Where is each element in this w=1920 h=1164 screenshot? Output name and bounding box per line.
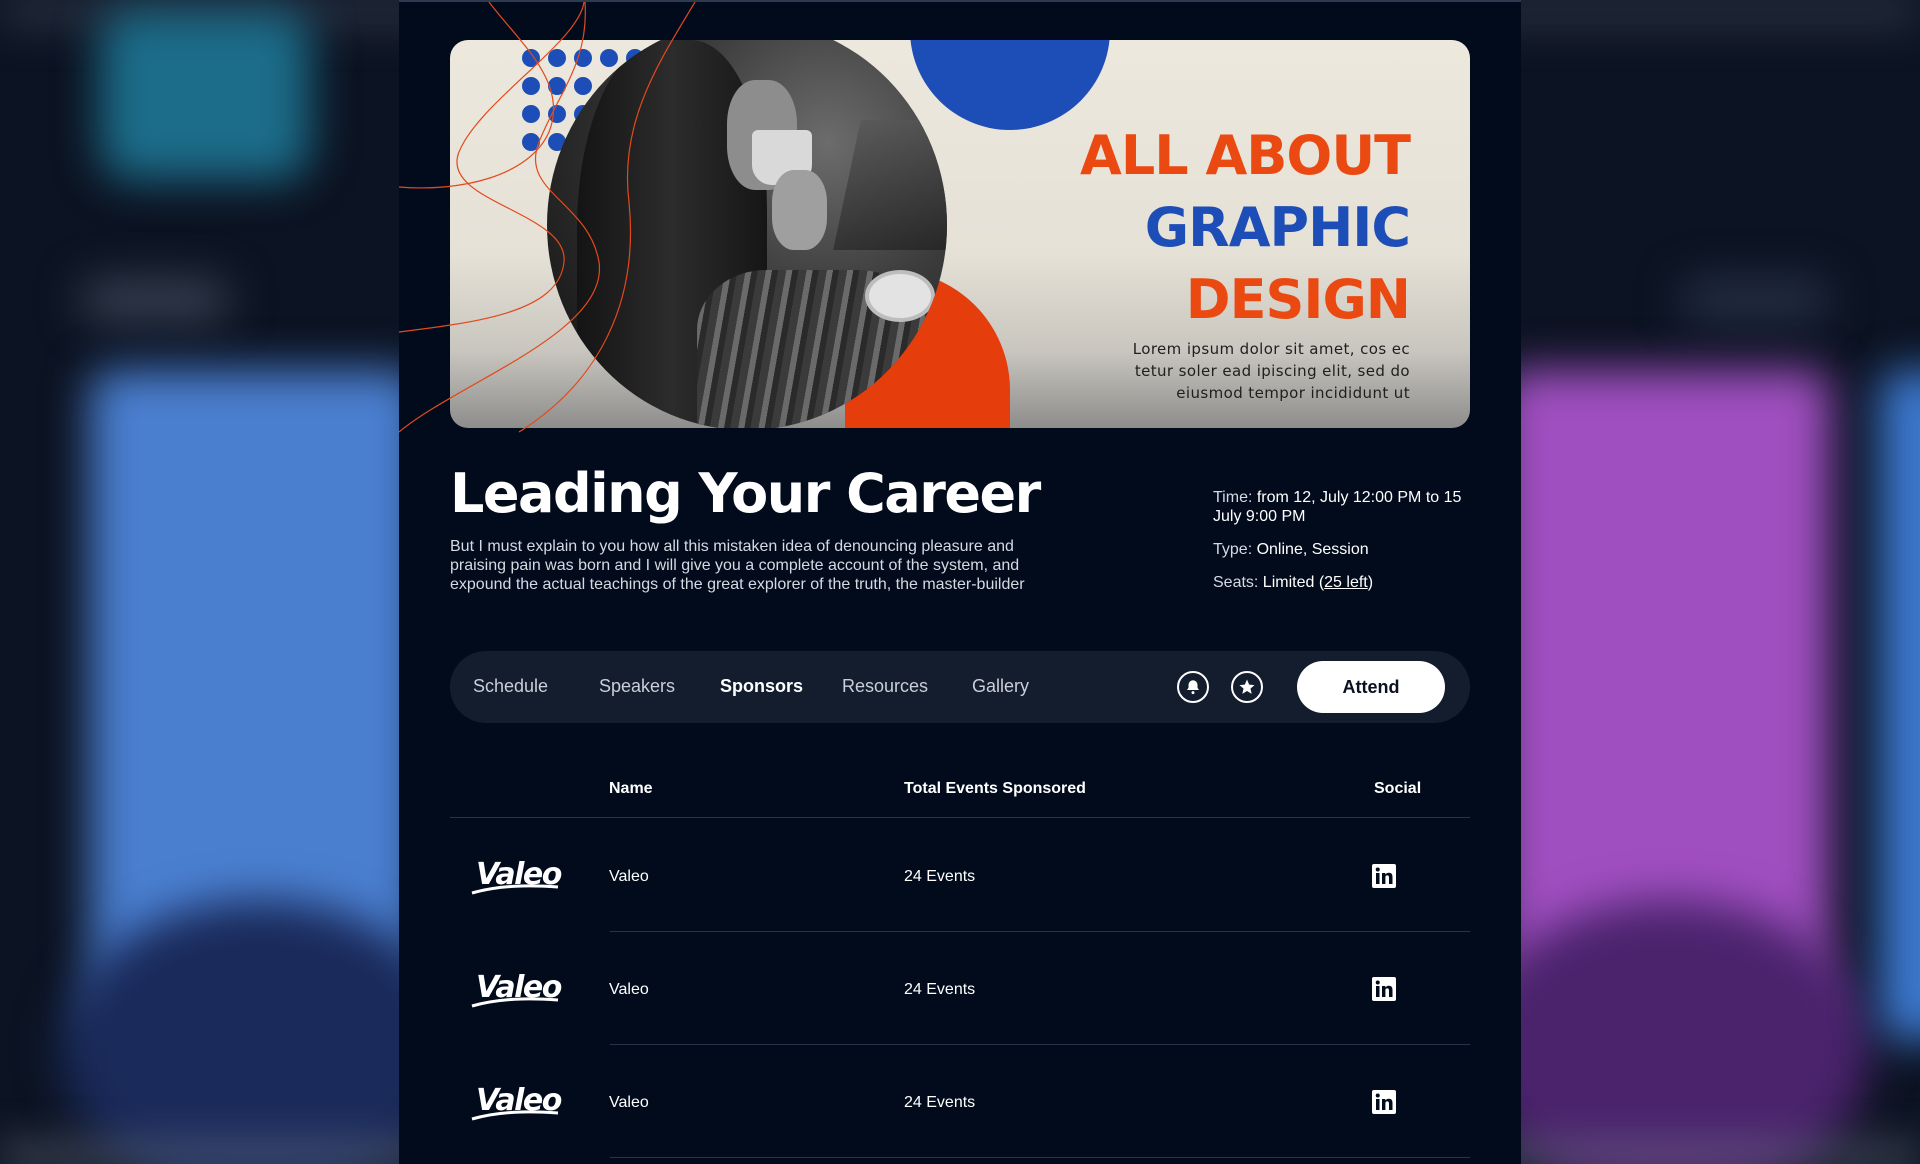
photo-plate — [865, 270, 935, 322]
star-icon-glyph — [1239, 679, 1255, 694]
attend-button[interactable]: Attend — [1297, 661, 1445, 713]
info-seats: Seats: Limited (25 left) — [1213, 573, 1463, 592]
sponsor-name: Valeo — [609, 868, 649, 885]
tab-sponsors[interactable]: Sponsors — [720, 676, 803, 697]
seats-left-link[interactable]: 25 left — [1324, 574, 1368, 591]
column-header-name[interactable]: Name — [609, 780, 653, 798]
event-detail-panel: ALL ABOUT GRAPHIC DESIGN Lorem ipsum dol… — [399, 0, 1521, 1164]
info-type-label: Type: — [1213, 541, 1253, 558]
sponsor-logo: Valeo — [470, 1083, 562, 1123]
tab-gallery[interactable]: Gallery — [972, 676, 1029, 697]
linkedin-icon[interactable] — [1372, 864, 1396, 888]
sponsor-events: 24 Events — [904, 981, 976, 998]
logo-swoosh — [471, 997, 559, 1008]
info-seats-label: Seats: — [1213, 574, 1259, 591]
banner-subtitle-line: eiusmod tempor incididunt ut — [1176, 384, 1410, 402]
background-pill — [80, 280, 230, 320]
tab-speakers[interactable]: Speakers — [599, 676, 675, 697]
info-seats-value: Limited ( — [1258, 574, 1325, 591]
event-info: Time: from 12, July 12:00 PM to 15 July … — [1213, 488, 1463, 606]
tab-resources[interactable]: Resources — [842, 676, 928, 697]
banner-subtitle: Lorem ipsum dolor sit amet, cos ec tetur… — [1080, 338, 1410, 404]
column-header-social[interactable]: Social — [1374, 780, 1421, 798]
banner-title-line: ALL ABOUT — [1080, 124, 1411, 187]
decorative-squiggle-lines — [399, 2, 696, 433]
tab-schedule[interactable]: Schedule — [473, 676, 548, 697]
banner-blue-circle — [910, 40, 1110, 130]
table-row[interactable]: Valeo Valeo 24 Events — [450, 819, 1470, 932]
sponsor-name: Valeo — [609, 1094, 649, 1111]
photo-laptop — [833, 120, 947, 250]
event-description: But I must explain to you how all this m… — [450, 538, 1025, 593]
sponsor-logo: Valeo — [470, 970, 562, 1010]
info-seats-suffix: ) — [1367, 574, 1374, 591]
banner-subtitle-line: Lorem ipsum dolor sit amet, cos ec — [1132, 340, 1410, 358]
sponsor-events: 24 Events — [904, 1094, 976, 1111]
star-icon[interactable] — [1231, 671, 1263, 703]
event-tab-bar: Schedule Speakers Sponsors Resources Gal… — [450, 651, 1470, 723]
table-row[interactable]: Valeo Valeo 24 Events — [450, 1045, 1470, 1158]
logo-swoosh — [471, 1110, 559, 1121]
event-title: Leading Your Career — [450, 462, 1041, 525]
logo-swoosh — [471, 884, 559, 895]
sponsors-table-header: Name Total Events Sponsored Social — [450, 772, 1470, 818]
banner-title: ALL ABOUT GRAPHIC DESIGN — [1080, 120, 1411, 336]
banner-subtitle-line: tetur soler ead ipiscing elit, sed do — [1134, 362, 1410, 380]
row-divider — [610, 1157, 1470, 1158]
info-time-label: Time: — [1213, 489, 1253, 506]
info-time: Time: from 12, July 12:00 PM to 15 July … — [1213, 488, 1463, 526]
table-row[interactable]: Valeo Valeo 24 Events — [450, 932, 1470, 1045]
background-thumbnail — [100, 10, 310, 180]
bell-icon[interactable] — [1177, 671, 1209, 703]
info-type-value: Online, Session — [1252, 541, 1369, 558]
banner-title-line: GRAPHIC — [1144, 196, 1411, 259]
sponsor-events: 24 Events — [904, 868, 976, 885]
sponsor-name: Valeo — [609, 981, 649, 998]
linkedin-icon[interactable] — [1372, 1090, 1396, 1114]
info-type: Type: Online, Session — [1213, 540, 1463, 559]
bell-icon-glyph — [1187, 680, 1199, 695]
photo-hand — [772, 170, 827, 250]
column-header-events[interactable]: Total Events Sponsored — [904, 780, 1086, 798]
linkedin-icon[interactable] — [1372, 977, 1396, 1001]
background-pill — [1680, 280, 1830, 320]
banner-title-line: DESIGN — [1185, 268, 1411, 331]
background-card-edge — [1880, 370, 1920, 1040]
sponsor-logo: Valeo — [470, 857, 562, 897]
